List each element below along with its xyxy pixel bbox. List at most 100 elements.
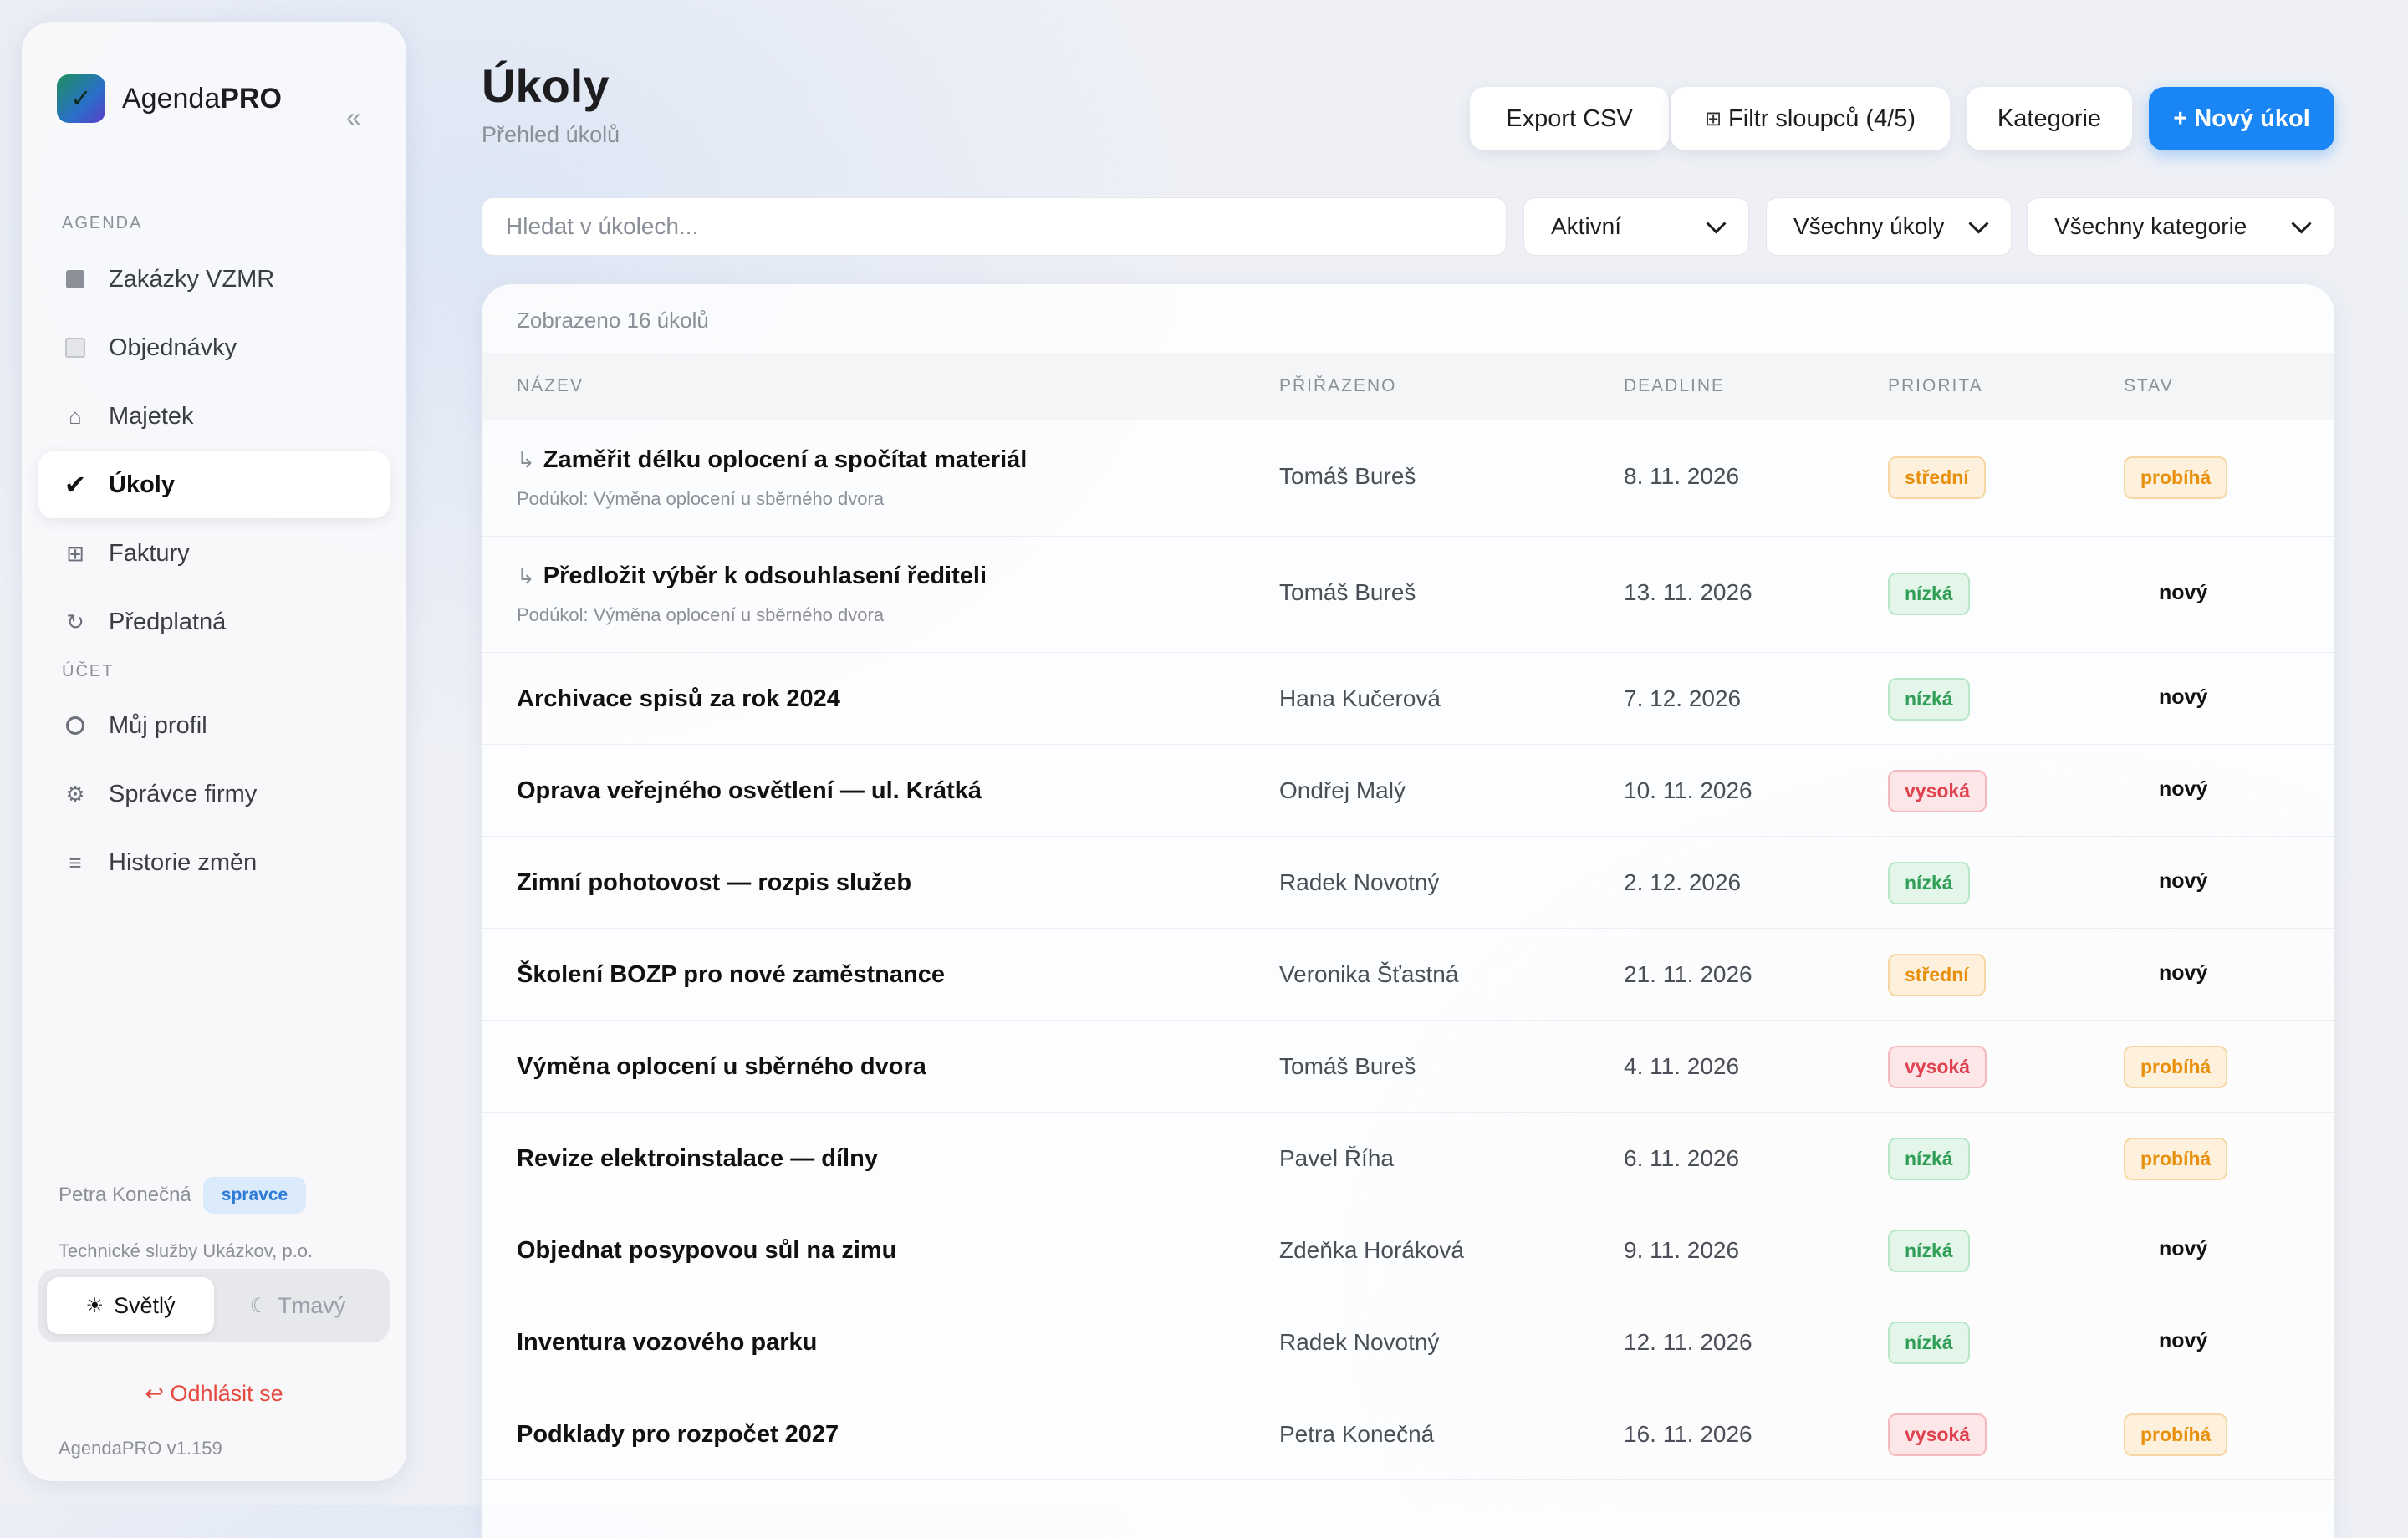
theme-light-button[interactable]: ☀ Světlý [47,1277,214,1334]
column-header-priority[interactable]: PRIORITA [1888,353,1983,420]
user-info: Petra Konečná spravce [59,1177,307,1214]
app-logo-icon: ✓ [57,74,105,123]
column-header-name[interactable]: NÁZEV [517,353,584,420]
search-input[interactable] [482,197,1507,256]
app-name: AgendaPRO [122,82,282,115]
table-row[interactable]: ↳ Předložit výběr k odsouhlasení řediteli… [482,536,2334,653]
priority-badge: vysoká [1888,1413,1987,1456]
assignee: Zdeňka Horáková [1279,1237,1465,1263]
sidebar-item-predplatna[interactable]: ↻ Předplatná [38,588,390,655]
theme-dark-button[interactable]: ☾ Tmavý [214,1277,381,1334]
scope-select-value: Všechny úkoly [1793,213,1945,239]
deadline: 9. 11. 2026 [1624,1237,1740,1263]
priority-badge: střední [1888,954,1986,996]
logout-button[interactable]: ↩ Odhlásit se [22,1381,406,1407]
column-header-deadline[interactable]: DEADLINE [1624,353,1725,420]
sidebar-item-label: Předplatná [109,608,227,635]
table-row[interactable]: Školení BOZP pro nové zaměstnance Veroni… [482,928,2334,1021]
priority-badge: nízká [1888,678,1970,721]
table-row[interactable]: Inventura vozového parku Radek Novotný 1… [482,1296,2334,1388]
priority-badge: nízká [1888,1322,1970,1364]
parent-task: Podúkol: Výměna oplocení u sběrného dvor… [517,604,885,625]
chevron-down-icon [2291,212,2312,234]
scope-select[interactable]: Všechny úkoly [1766,197,2012,256]
parent-task: Podúkol: Výměna oplocení u sběrného dvor… [517,488,885,509]
deadline: 12. 11. 2026 [1624,1329,1752,1355]
deadline: 7. 12. 2026 [1624,685,1742,711]
deadline: 10. 11. 2026 [1624,777,1752,803]
role-badge: spravce [202,1177,307,1214]
column-header-state[interactable]: STAV [2124,353,2174,420]
status-badge: probíhá [2124,1138,2228,1180]
table-row[interactable]: Podklady pro rozpočet 2027 Petra Konečná… [482,1388,2334,1480]
theme-dark-label: Tmavý [278,1292,346,1318]
user-circle-icon [64,716,87,735]
assignee: Veronika Šťastná [1279,961,1459,987]
column-header-assignee[interactable]: PŘIŘAZENO [1279,353,1397,420]
sidebar-item-spravce-firmy[interactable]: ⚙ Správce firmy [38,761,390,828]
table-row[interactable]: Revize elektroinstalace — dílny Pavel Ří… [482,1112,2334,1204]
sidebar-item-label: Úkoly [109,471,175,498]
task-name: Zimní pohotovost — rozpis služeb [517,869,912,896]
theme-toggle: ☀ Světlý ☾ Tmavý [38,1269,390,1342]
assignee: Tomáš Bureš [1279,1053,1416,1079]
priority-badge: nízká [1888,1230,1970,1272]
status-badge: probíhá [2124,1046,2228,1088]
priority-badge: vysoká [1888,1046,1987,1088]
column-filter-button[interactable]: ⊞ Filtr sloupců (4/5) [1671,87,1950,150]
deadline: 21. 11. 2026 [1624,961,1752,987]
sun-icon: ☀ [85,1294,104,1317]
house-icon: ⌂ [69,403,82,429]
page-subtitle: Přehled úkolů [482,122,620,147]
sidebar-item-faktury[interactable]: ⊞ Faktury [38,520,390,587]
table-row[interactable]: Výměna oplocení u sběrného dvora Tomáš B… [482,1020,2334,1113]
deadline: 6. 11. 2026 [1624,1145,1740,1171]
table-row[interactable]: Objednat posypovou sůl na zimu Zdeňka Ho… [482,1204,2334,1296]
result-count: Zobrazeno 16 úkolů [517,308,709,333]
sidebar-item-objednavky[interactable]: Objednávky [38,314,390,381]
refresh-icon: ↻ [66,609,84,634]
logout-label: Odhlásit se [170,1381,283,1406]
subtask-arrow-icon: ↳ [517,563,535,588]
new-task-button[interactable]: + Nový úkol [2149,87,2334,150]
table-row[interactable]: Zimní pohotovost — rozpis služeb Radek N… [482,836,2334,929]
categories-button[interactable]: Kategorie [1967,87,2132,150]
status-text: nový [2159,961,2208,985]
table-row[interactable]: Oprava veřejného osvětlení — ul. Krátká … [482,744,2334,837]
status-select[interactable]: Aktivní [1523,197,1749,256]
sidebar: ✓ AgendaPRO « AGENDA Zakázky VZMR Objedn… [22,22,406,1481]
task-name: Archivace spisů za rok 2024 [517,685,840,712]
assignee: Radek Novotný [1279,1329,1440,1355]
assignee: Pavel Říha [1279,1145,1394,1171]
status-select-value: Aktivní [1551,213,1622,239]
assignee: Hana Kučerová [1279,685,1441,711]
collapse-sidebar-icon[interactable]: « [346,102,361,133]
checkmark-icon: ✔ [64,470,87,500]
organization-name: Technické služby Ukázkov, p.o. [59,1240,314,1261]
export-csv-button[interactable]: Export CSV [1470,87,1669,150]
column-filter-label: Filtr sloupců (4/5) [1728,104,1916,132]
sidebar-item-historie[interactable]: ≡ Historie změn [38,829,390,896]
sidebar-item-profil[interactable]: Můj profil [38,692,390,759]
status-text: nový [2159,1237,2208,1260]
sidebar-item-label: Majetek [109,402,194,430]
task-name: Školení BOZP pro nové zaměstnance [517,961,945,988]
grid-icon: ⊞ [1704,107,1722,130]
status-text: nový [2159,777,2208,801]
table-row[interactable]: ↳ Zaměřit délku oplocení a spočítat mater… [482,420,2334,537]
brand[interactable]: ✓ AgendaPRO [57,74,282,124]
sidebar-item-ukoly[interactable]: ✔ Úkoly [38,451,390,518]
task-name-text: Zaměřit délku oplocení a spočítat materi… [543,446,1028,473]
priority-badge: vysoká [1888,770,1987,812]
theme-light-label: Světlý [113,1292,176,1318]
task-name: Revize elektroinstalace — dílny [517,1145,878,1172]
table-header: NÁZEV PŘIŘAZENO DEADLINE PRIORITA STAV [482,353,2334,420]
sidebar-item-zakazky[interactable]: Zakázky VZMR [38,246,390,313]
sidebar-item-majetek[interactable]: ⌂ Majetek [38,383,390,450]
assignee: Ondřej Malý [1279,777,1406,803]
category-select[interactable]: Všechny kategorie [2027,197,2334,256]
priority-badge: nízká [1888,573,1970,615]
category-select-value: Všechny kategorie [2054,213,2247,239]
assignee: Petra Konečná [1279,1421,1435,1447]
table-row[interactable]: Archivace spisů za rok 2024 Hana Kučerov… [482,652,2334,745]
